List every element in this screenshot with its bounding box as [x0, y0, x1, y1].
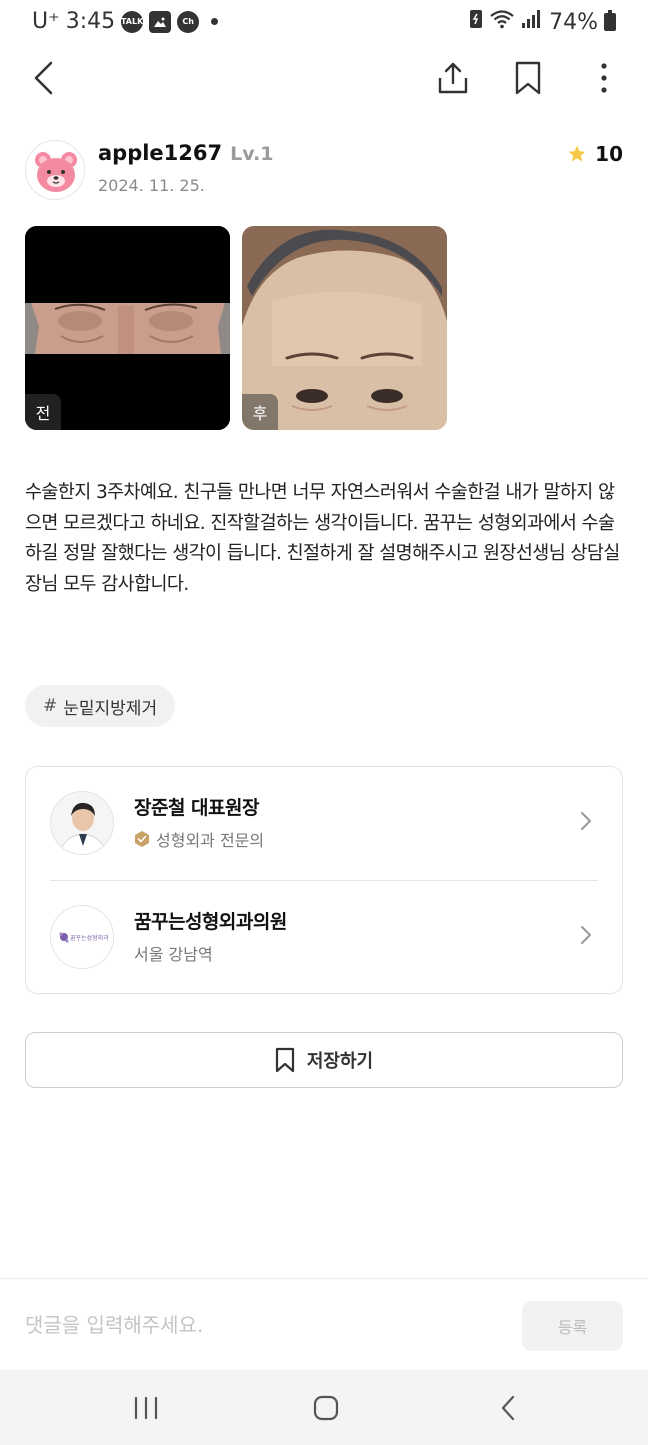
save-button-label: 저장하기 — [306, 1051, 374, 1072]
clinic-logo: 꿈꾸는성형외과 — [50, 905, 114, 969]
home-icon[interactable] — [304, 1392, 348, 1424]
clock: 3:45 — [65, 9, 116, 34]
rating: 10 — [567, 142, 623, 166]
clinic-row[interactable]: 꿈꾸는성형외과 꿈꾸는성형외과의원 서울 강남역 — [26, 881, 622, 993]
review-author: apple1267 Lv.1 2024. 11. 25. 10 — [25, 140, 623, 202]
star-icon — [568, 145, 586, 162]
hashtag-symbol: # — [43, 696, 58, 716]
system-nav-bar — [0, 1370, 648, 1445]
recent-apps-icon[interactable] — [124, 1392, 168, 1424]
submit-comment-button[interactable]: 등록 — [522, 1301, 623, 1351]
gallery-icon — [149, 10, 172, 33]
save-button[interactable]: 저장하기 — [25, 1032, 623, 1088]
before-photo[interactable]: 전 — [25, 226, 230, 430]
sim-icon — [469, 9, 483, 35]
more-notifications-dot — [211, 18, 219, 25]
clinic-logo-text: 꿈꾸는성형외과 — [70, 934, 109, 942]
more-vertical-icon[interactable] — [582, 56, 626, 100]
doctor-name: 장준철 대표원장 — [134, 797, 259, 819]
share-icon[interactable] — [431, 56, 475, 100]
battery-percent: 74% — [549, 9, 598, 35]
chevron-right-icon — [580, 811, 592, 835]
channel-icon: Ch — [177, 10, 200, 33]
photo-tag-after: 후 — [242, 394, 278, 430]
author-level: Lv.1 — [230, 143, 274, 165]
verified-badge-icon — [135, 831, 149, 847]
rating-value: 10 — [595, 142, 623, 166]
bookmark-icon[interactable] — [506, 56, 550, 100]
hashtag-chip[interactable]: # 눈밑지방제거 — [25, 685, 176, 727]
wifi-icon — [489, 9, 515, 35]
doctor-clinic-card: 장준철 대표원장 성형외과 전문의 꿈꾸는성형외과 꿈꾸는성형외과의원 서울 강… — [25, 766, 623, 994]
review-body: 수술한지 3주차예요. 친구들 만나면 너무 자연스러워서 수술한걸 내가 말하… — [25, 482, 620, 595]
review-date: 2024. 11. 25. — [98, 176, 205, 195]
talk-icon: TALK — [121, 10, 143, 33]
comment-input[interactable] — [25, 1307, 495, 1343]
author-name[interactable]: apple1267 — [98, 141, 222, 165]
comment-bar: 등록 — [0, 1278, 648, 1370]
doctor-specialty: 성형외과 전문의 — [156, 831, 265, 850]
battery-icon — [604, 10, 616, 31]
pink-bear-icon[interactable] — [25, 140, 85, 200]
back-arrow-icon[interactable] — [21, 56, 65, 100]
system-back-icon[interactable] — [486, 1392, 530, 1424]
signal-icon — [521, 9, 543, 35]
clinic-name: 꿈꾸는성형외과의원 — [134, 911, 287, 933]
doctor-row[interactable]: 장준철 대표원장 성형외과 전문의 — [26, 767, 622, 879]
clinic-location: 서울 강남역 — [134, 945, 213, 964]
hashtag-label: 눈밑지방제거 — [63, 698, 158, 719]
status-bar: U⁺ 3:45 TALK Ch 74% — [0, 0, 648, 46]
after-photo[interactable]: 후 — [242, 226, 447, 430]
top-app-bar — [0, 46, 648, 110]
bookmark-icon — [275, 1047, 294, 1073]
chevron-right-icon — [580, 925, 592, 949]
doctor-avatar — [50, 791, 114, 855]
carrier-label: U⁺ — [32, 9, 60, 34]
photo-tag-before: 전 — [25, 394, 61, 430]
